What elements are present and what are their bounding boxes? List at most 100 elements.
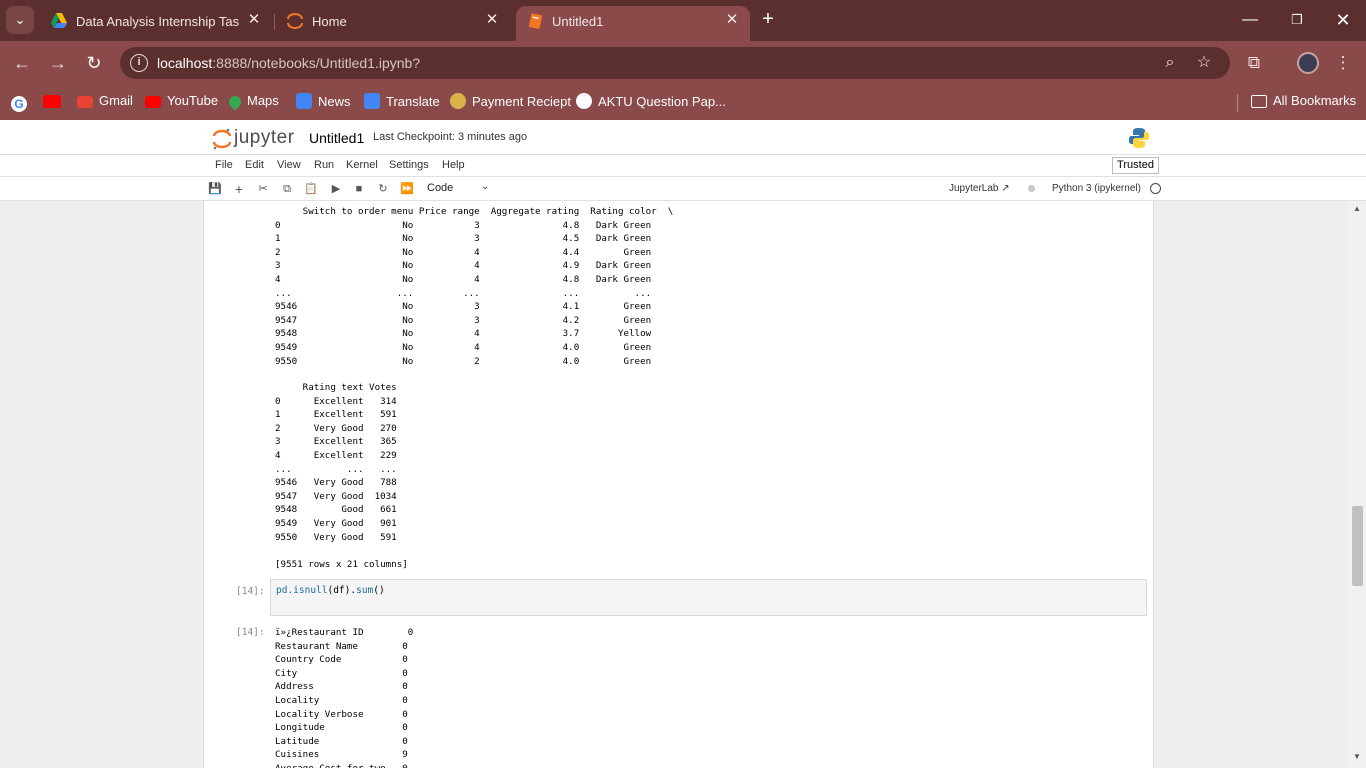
cell-type-select[interactable]: Code xyxy=(427,182,453,194)
tab-title: Home xyxy=(312,14,347,29)
output-dataframe-shape: [9551 rows x 21 columns] xyxy=(275,559,408,570)
menu-help[interactable]: Help xyxy=(442,159,465,171)
bookmark-youtube-1[interactable] xyxy=(43,93,67,111)
external-link-icon: ↗ xyxy=(1001,183,1010,194)
payment-icon xyxy=(450,93,466,109)
minimize-icon[interactable]: — xyxy=(1238,8,1262,32)
notebook-title[interactable]: Untitled1 xyxy=(309,130,364,146)
jupyter-header: jupyter Untitled1 Last Checkpoint: 3 min… xyxy=(0,120,1366,155)
menu-run[interactable]: Run xyxy=(314,159,334,171)
all-bookmarks[interactable]: All Bookmarks xyxy=(1251,93,1356,111)
output-prompt: [14]: xyxy=(236,627,265,638)
trusted-badge[interactable]: Trusted xyxy=(1112,157,1159,174)
kernel-name[interactable]: Python 3 (ipykernel) xyxy=(1052,183,1141,194)
python-logo-icon xyxy=(1129,128,1149,148)
bookmark-star-icon[interactable]: ☆ xyxy=(1194,53,1214,73)
tab-home[interactable]: Home ✕ xyxy=(276,6,510,41)
browser-toolbar: ← → ↻ i localhost:8888/notebooks/Untitle… xyxy=(0,41,1366,85)
tab-title: Data Analysis Internship Task .pdf xyxy=(76,14,240,29)
save-icon[interactable]: 💾 xyxy=(207,181,223,197)
tab-close-icon[interactable]: ✕ xyxy=(244,10,264,30)
code-cell-input[interactable]: pd.isnull(df).sum() xyxy=(270,579,1147,616)
code-text[interactable]: pd.isnull(df).sum() xyxy=(276,585,385,596)
bookmark-news[interactable]: News xyxy=(296,93,351,111)
jupyter-icon xyxy=(287,13,303,29)
cut-icon[interactable]: ✂ xyxy=(255,181,271,197)
maps-icon xyxy=(226,93,244,111)
folder-icon xyxy=(1251,95,1267,108)
restart-icon[interactable]: ↻ xyxy=(375,181,391,197)
gmail-icon xyxy=(77,96,93,108)
new-tab-button[interactable]: + xyxy=(756,8,780,32)
menu-file[interactable]: File xyxy=(215,159,233,171)
settings-dot-icon xyxy=(1028,185,1035,192)
notebook-menubar: File Edit View Run Kernel Settings Help … xyxy=(0,155,1366,177)
bookmarks-separator xyxy=(1237,94,1238,112)
notebook-sheet: Switch to order menu Price range Aggrega… xyxy=(203,201,1154,768)
tab-close-icon[interactable]: ✕ xyxy=(722,10,742,30)
bookmark-translate[interactable]: Translate xyxy=(364,93,440,111)
google-icon: G xyxy=(11,96,27,112)
run-icon[interactable]: ▶ xyxy=(328,181,344,197)
stop-icon[interactable]: ■ xyxy=(351,181,367,197)
menu-kernel[interactable]: Kernel xyxy=(346,159,378,171)
scrollbar-thumb[interactable] xyxy=(1352,506,1363,586)
menu-view[interactable]: View xyxy=(277,159,301,171)
scroll-down-icon[interactable]: ▼ xyxy=(1353,752,1361,761)
menu-edit[interactable]: Edit xyxy=(245,159,264,171)
checkpoint-status: Last Checkpoint: 3 minutes ago xyxy=(373,131,528,143)
tab-title: Untitled1 xyxy=(552,14,604,29)
restore-icon[interactable]: ❐ xyxy=(1285,8,1309,32)
google-drive-icon xyxy=(51,13,67,28)
address-bar[interactable]: i localhost:8888/notebooks/Untitled1.ipy… xyxy=(120,47,1230,79)
copy-icon[interactable]: ⧉ xyxy=(279,181,295,197)
chevron-down-icon[interactable]: ⌄ xyxy=(481,181,489,192)
jupyter-logo-icon xyxy=(212,128,232,150)
bookmark-aktu[interactable]: AKTU Question Pap... xyxy=(576,93,726,111)
output-dataframe-part2: Rating text Votes 0 Excellent 314 1 Exce… xyxy=(275,382,397,543)
tab-search-button[interactable]: ⌄ xyxy=(6,6,34,34)
close-window-icon[interactable]: ✕ xyxy=(1331,8,1355,32)
menu-settings[interactable]: Settings xyxy=(389,159,429,171)
output-dataframe-part1: Switch to order menu Price range Aggrega… xyxy=(275,206,674,367)
jupyterlab-link[interactable]: JupyterLab ↗ xyxy=(949,183,1010,194)
bookmark-google[interactable]: G xyxy=(11,93,33,112)
output-isnull-sum: ï»¿Restaurant ID 0 Restaurant Name 0 Cou… xyxy=(275,627,414,768)
reload-icon[interactable]: ↻ xyxy=(82,51,106,75)
more-menu-icon[interactable]: ⋮ xyxy=(1331,51,1355,75)
bookmark-youtube[interactable]: YouTube xyxy=(145,93,218,111)
bookmark-gmail[interactable]: Gmail xyxy=(77,93,133,111)
bookmark-payment-reciept[interactable]: Payment Reciept xyxy=(450,93,571,111)
fast-forward-icon[interactable]: ⏩ xyxy=(399,181,415,197)
zoom-icon[interactable]: ⌕ xyxy=(1160,53,1180,73)
forward-icon[interactable]: → xyxy=(46,51,70,75)
profile-avatar[interactable] xyxy=(1297,52,1319,74)
tab-drive-pdf[interactable]: Data Analysis Internship Task .pdf ✕ xyxy=(40,6,272,41)
jupyter-notebook-icon xyxy=(528,13,543,29)
url-text[interactable]: localhost:8888/notebooks/Untitled1.ipynb… xyxy=(157,55,420,71)
paste-icon[interactable]: 📋 xyxy=(303,181,319,197)
tab-separator xyxy=(274,14,275,30)
bookmark-maps[interactable]: Maps xyxy=(226,93,279,111)
page-scrollbar[interactable]: ▲ ▼ xyxy=(1349,201,1366,768)
scroll-up-icon[interactable]: ▲ xyxy=(1353,204,1361,213)
youtube-icon xyxy=(43,95,61,108)
translate-icon xyxy=(364,93,380,109)
jupyter-page: jupyter Untitled1 Last Checkpoint: 3 min… xyxy=(0,120,1366,768)
tab-close-icon[interactable]: ✕ xyxy=(482,10,502,30)
site-info-icon[interactable]: i xyxy=(130,54,148,72)
extensions-icon[interactable]: ⧉ xyxy=(1242,51,1266,75)
notebook-toolbar: 💾 + ✂ ⧉ 📋 ▶ ■ ↻ ⏩ Code ⌄ JupyterLab ↗ Py… xyxy=(0,177,1366,201)
browser-tab-bar: ⌄ Data Analysis Internship Task .pdf ✕ H… xyxy=(0,0,1366,41)
news-icon xyxy=(296,93,312,109)
kernel-status-icon xyxy=(1150,183,1161,194)
notebook-area: Switch to order menu Price range Aggrega… xyxy=(0,201,1366,768)
aktu-icon xyxy=(576,93,592,109)
jupyter-logo[interactable]: jupyter xyxy=(212,126,302,150)
add-cell-icon[interactable]: + xyxy=(231,181,247,197)
youtube-icon xyxy=(145,96,161,108)
back-icon[interactable]: ← xyxy=(10,51,34,75)
tab-untitled1[interactable]: Untitled1 ✕ xyxy=(516,6,750,41)
jupyter-logo-text: jupyter xyxy=(234,127,295,148)
input-prompt: [14]: xyxy=(236,586,265,597)
